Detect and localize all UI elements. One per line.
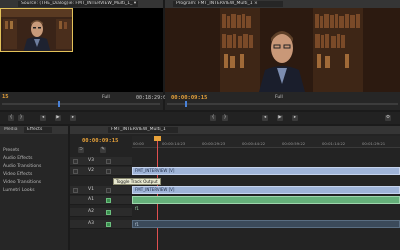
source-monitor-panel: Source: (THE_Dialog)ie: FMT_INTERVIEW_Mu… [0,0,169,110]
clip-a1-audio[interactable] [132,196,400,204]
program-monitor-tabbar: Program: FMT_INTERVIEW_Multi_1 × [165,0,400,8]
track-header-v1: V1 [70,186,132,195]
program-video-frame [165,8,400,92]
program-timecode[interactable]: 00:00:09:15 [171,95,207,101]
tab-timeline-sequence[interactable]: FMT_INTERVIEW_Multi_1 [108,127,178,133]
effects-item-audio-effects[interactable]: Audio Effects [3,156,33,161]
transport-controls: { } ◂ ▶ ▸ { } ◂ ▶ ▸ ⚙ [0,112,400,124]
wrench-icon[interactable]: ✎ [100,147,106,153]
tab-media[interactable]: Media [1,127,23,133]
eye-icon[interactable] [106,168,111,174]
tab-source-monitor[interactable]: Source: (THE_Dialog)ie: FMT_INTERVIEW_Mu… [18,1,138,7]
source-fit-select[interactable]: Full [102,95,110,100]
timeline-panel: FMT_INTERVIEW_Multi_1 00:00:09:15 ⊃ ✎ 00… [70,126,400,250]
mark-in-icon[interactable]: { [8,115,14,121]
track-label-a1: A1 [88,197,94,202]
step-forward-icon[interactable]: ▸ [70,115,76,121]
snap-icon[interactable]: ⊃ [78,147,84,153]
program-mark-out-icon[interactable]: } [222,115,228,121]
source-transport-bar: 15 Full 00:18:29:06 [0,92,169,110]
clip-v2-interview[interactable]: FMT_INTERVIEW [V] [132,167,400,175]
ruler-tick-1: 00:00:14:23 [162,141,186,146]
timeline-timecode[interactable]: 00:00:09:15 [82,138,118,144]
program-playhead[interactable] [185,101,187,107]
program-step-forward-icon[interactable]: ▸ [292,115,298,121]
speaker-icon[interactable] [106,221,111,227]
eye-icon[interactable] [106,158,111,164]
effects-item-video-transitions[interactable]: Video Transitions [3,180,41,185]
track-header-v2: V2 [70,167,132,176]
ruler-tick-3: 00:00:44:22 [242,141,266,146]
speaker-icon[interactable] [106,197,111,203]
effects-tabbar: Media Effects [0,126,68,134]
play-icon[interactable]: ▶ [55,115,61,121]
mark-out-icon[interactable]: } [18,115,24,121]
step-back-icon[interactable]: ◂ [40,115,46,121]
clip-v1-interview[interactable]: FMT_INTERVIEW [V] [132,186,400,194]
source-video-frame [0,8,163,92]
speaker-icon[interactable] [106,209,111,215]
tooltip: Toggle Track Output [113,178,161,185]
ruler-tick-5: 00:01:14:22 [322,141,346,146]
source-monitor-tabbar: Source: (THE_Dialog)ie: FMT_INTERVIEW_Mu… [0,0,163,8]
program-mark-in-icon[interactable]: { [210,115,216,121]
track-label-a2: A2 [88,209,94,214]
source-playhead[interactable] [58,101,60,107]
track-label-v2: V2 [88,168,94,173]
source-thumbnail [0,8,73,52]
lock-icon[interactable] [73,158,78,164]
timeline-tabbar: FMT_INTERVIEW_Multi_1 [70,126,400,134]
program-step-back-icon[interactable]: ◂ [262,115,268,121]
lock-icon[interactable] [73,168,78,174]
track-header-a3: A3 [70,220,132,229]
lock-icon[interactable] [73,187,78,193]
effects-item-video-effects[interactable]: Video Effects [3,172,32,177]
ruler-tick-0: 00:00 [133,141,144,146]
track-label-a3: A3 [88,221,94,226]
eye-icon[interactable] [106,187,111,193]
track-header-a2: A2 [70,208,132,217]
program-scrub-bar[interactable] [167,103,398,105]
timeline-ruler[interactable]: 00:00 00:00:14:23 00:00:29:23 00:00:44:2… [132,136,400,148]
tab-program-monitor[interactable]: Program: FMT_INTERVIEW_Multi_1 × [173,1,283,7]
audio-marker-a3: f1 [135,222,139,227]
ruler-tick-6: 00:01:29:21 [362,141,386,146]
effects-item-presets[interactable]: Presets [3,148,19,153]
program-transport-bar: 00:00:09:15 Full [165,92,400,110]
program-play-icon[interactable]: ▶ [277,115,283,121]
tab-effects[interactable]: Effects [24,127,52,133]
program-settings-icon[interactable]: ⚙ [385,115,391,121]
program-fit-select[interactable]: Full [275,95,283,100]
clip-a3-audio[interactable] [132,220,400,228]
source-scrub-bar[interactable] [2,103,160,105]
source-timecode-in[interactable]: 15 [2,94,9,100]
track-header-v3: V3 [70,157,132,166]
program-monitor-panel: Program: FMT_INTERVIEW_Multi_1 × 00:00:0… [165,0,400,110]
track-label-v1: V1 [88,187,94,192]
timeline-playhead-head[interactable] [154,136,161,141]
ruler-tick-2: 00:00:29:23 [202,141,226,146]
ruler-tick-4: 00:00:59:22 [282,141,306,146]
effects-item-audio-transitions[interactable]: Audio Transitions [3,164,41,169]
track-label-v3: V3 [88,158,94,163]
effects-panel: Media Effects Presets Audio Effects Audi… [0,126,68,250]
effects-item-lumetri-looks[interactable]: Lumetri Looks [3,188,35,193]
track-header-a1: A1 [70,196,132,205]
audio-marker-a1: f1 [135,206,139,211]
